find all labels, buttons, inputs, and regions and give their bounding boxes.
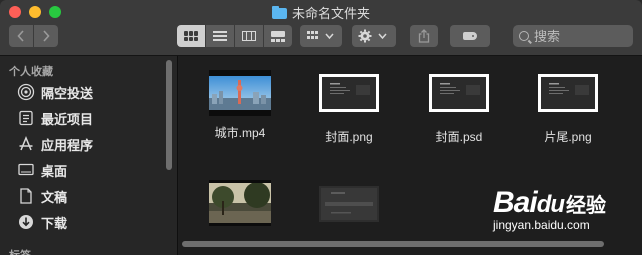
tag-button[interactable] (450, 25, 490, 47)
documents-icon (17, 187, 35, 205)
file-item[interactable] (185, 180, 295, 234)
column-view-button[interactable] (235, 25, 263, 47)
sidebar-item-label: 文稿 (41, 189, 68, 205)
image-thumbnail (538, 74, 598, 112)
watermark-logo-paw: du (536, 191, 565, 218)
sidebar: 个人收藏 隔空投送 最近项目 应用程序 桌面 文稿 下载 (0, 56, 178, 255)
sidebar-item-label: 应用程序 (41, 137, 94, 153)
image-thumbnail (319, 74, 379, 112)
search-icon (519, 31, 529, 41)
finder-window: 未命名文件夹 搜索 个人收藏 隔空投送 最近项目 应用程序 桌面 文稿 下载 城… (0, 0, 642, 255)
file-item[interactable]: 封面.png (294, 74, 404, 145)
toolbar: 未命名文件夹 (0, 0, 642, 56)
gear-icon (358, 29, 387, 43)
sidebar-item-airdrop[interactable]: 隔空投送 (17, 81, 167, 103)
group-by-button[interactable] (300, 25, 342, 47)
action-menu-button[interactable] (352, 25, 396, 47)
folder-icon (271, 6, 287, 19)
gallery-view-button[interactable] (264, 25, 292, 47)
icon-view-button[interactable] (177, 25, 205, 47)
sidebar-item-downloads[interactable]: 下载 (17, 211, 167, 233)
sidebar-item-documents[interactable]: 文稿 (17, 185, 167, 207)
sidebar-item-applications[interactable]: 应用程序 (17, 133, 167, 155)
sidebar-item-label: 桌面 (41, 163, 68, 179)
search-input[interactable] (534, 28, 624, 44)
airdrop-icon (17, 83, 35, 101)
file-item[interactable]: 封面.psd (404, 74, 514, 145)
group-grid-icon (307, 31, 334, 40)
file-name: 封面.psd (435, 130, 483, 144)
file-name: 封面.png (325, 130, 373, 144)
downloads-icon (17, 213, 35, 231)
watermark-cn: 经验 (566, 195, 607, 217)
chevron-right-icon (43, 30, 50, 42)
tag-icon (463, 32, 477, 40)
applications-icon (17, 135, 35, 153)
sidebar-item-label: 最近项目 (41, 111, 94, 127)
list-icon (213, 31, 227, 41)
video-thumbnail (209, 70, 271, 116)
grid-icon (184, 31, 198, 41)
video-thumbnail (209, 180, 271, 226)
image-thumbnail (429, 74, 489, 112)
recents-icon (17, 109, 35, 127)
chevron-left-icon (17, 30, 24, 42)
columns-icon (242, 31, 256, 41)
share-button[interactable] (410, 25, 438, 47)
image-thumbnail (319, 186, 379, 222)
sidebar-item-label: 下载 (41, 215, 68, 231)
file-item[interactable] (294, 186, 404, 230)
sidebar-scrollbar[interactable] (166, 60, 172, 170)
file-name: 城市.mp4 (214, 126, 266, 140)
search-field[interactable] (513, 25, 633, 47)
sidebar-heading-tags: 标签 (9, 247, 31, 255)
view-mode-control (177, 25, 292, 47)
watermark-logo: Bai (493, 186, 538, 219)
sidebar-item-recents[interactable]: 最近项目 (17, 107, 167, 129)
watermark-url: jingyan.baidu.com (493, 218, 590, 232)
gallery-icon (271, 30, 285, 42)
sidebar-item-desktop[interactable]: 桌面 (17, 159, 167, 181)
sidebar-heading-favorites: 个人收藏 (9, 66, 53, 78)
list-view-button[interactable] (206, 25, 234, 47)
window-title-text: 未命名文件夹 (291, 6, 370, 21)
file-item[interactable]: 片尾.png (513, 74, 623, 145)
file-item[interactable]: 城市.mp4 (185, 70, 295, 141)
sidebar-item-label: 隔空投送 (41, 85, 94, 101)
forward-button[interactable] (34, 25, 58, 47)
back-button[interactable] (9, 25, 33, 47)
window-title: 未命名文件夹 (0, 3, 642, 22)
desktop-icon (17, 161, 35, 179)
file-name: 片尾.png (544, 130, 592, 144)
baidu-watermark: Baidu 经验 jingyan.baidu.com (493, 186, 633, 242)
share-icon (418, 29, 430, 43)
